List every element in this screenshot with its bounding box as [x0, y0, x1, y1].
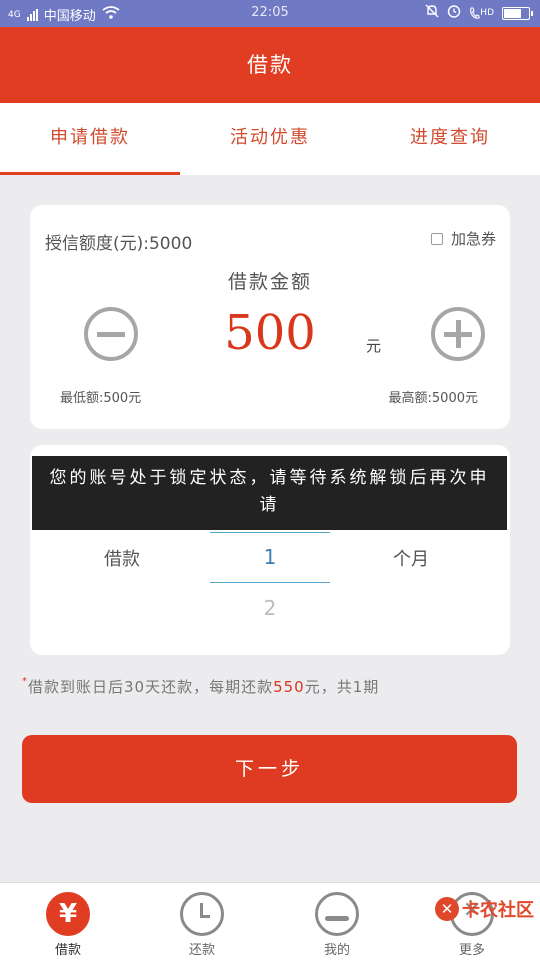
alarm-icon: [447, 4, 461, 22]
hd-label: HD: [480, 8, 494, 18]
yen-icon: ¥: [46, 892, 90, 936]
status-bar: 4G 中国移动 22:05 HD: [0, 0, 540, 27]
urgent-voucher-option[interactable]: 加急券: [430, 228, 496, 249]
nav-label-mine: 我的: [323, 943, 350, 958]
tab-promotions[interactable]: 活动优惠: [180, 103, 360, 175]
amount-unit: 元: [366, 337, 382, 355]
picker-divider-bottom: [210, 582, 330, 583]
max-amount-label: 最高额:5000元: [388, 391, 478, 406]
repayment-note-prefix: 借款到账日后30天还款，每期还款: [28, 678, 274, 696]
loan-amount-card: 授信额度(元):5000 加急券 借款金额 500 元 最低额:500元 最高额…: [30, 205, 510, 429]
tab-bar: 申请借款 活动优惠 进度查询: [0, 103, 540, 175]
term-picker-option[interactable]: 2: [210, 596, 330, 620]
term-picker-unit: 个月: [393, 549, 429, 570]
nav-item-mine[interactable]: 我的: [297, 892, 377, 958]
watermark-logo-icon: ✕: [435, 897, 459, 921]
app-header: 借款: [0, 27, 540, 103]
nav-label-more: 更多: [458, 943, 485, 958]
next-step-button[interactable]: 下一步: [22, 735, 517, 803]
watermark-text: 卡农社区: [462, 900, 534, 921]
credit-line-label: 授信额度(元):5000: [45, 234, 193, 254]
nav-item-repay[interactable]: 还款: [162, 892, 242, 958]
minus-icon: [97, 332, 125, 337]
nav-label-loan: 借款: [54, 943, 81, 958]
clock-icon: [180, 892, 224, 936]
bell-mute-icon: [425, 4, 439, 22]
phone-hd-icon: HD: [469, 6, 494, 20]
repayment-note-suffix: 元，共1期: [304, 678, 380, 696]
term-picker-selected[interactable]: 1: [210, 545, 330, 569]
nav-label-repay: 还款: [188, 943, 215, 958]
repayment-note: *借款到账日后30天还款，每期还款550元，共1期: [22, 676, 379, 697]
min-amount-label: 最低额:500元: [60, 391, 142, 406]
picker-divider-top: [210, 532, 330, 533]
user-icon: [315, 892, 359, 936]
watermark: ✕ 卡农社区: [435, 896, 534, 922]
tab-progress-query[interactable]: 进度查询: [360, 103, 540, 175]
urgent-voucher-label: 加急券: [450, 230, 496, 248]
status-right: HD: [425, 4, 533, 22]
repayment-amount: 550: [273, 678, 305, 696]
decrease-amount-button[interactable]: [84, 307, 138, 361]
nav-item-loan[interactable]: ¥ 借款: [28, 892, 108, 958]
term-picker-label: 借款: [104, 549, 140, 570]
loan-amount-value: 500: [224, 305, 316, 361]
lock-status-toast: 您的账号处于锁定状态，请等待系统解锁后再次申请: [32, 456, 507, 530]
tab-apply-loan[interactable]: 申请借款: [0, 103, 180, 175]
battery-fill: [504, 8, 521, 18]
page-title: 借款: [247, 53, 293, 77]
increase-amount-button[interactable]: [431, 307, 485, 361]
urgent-voucher-checkbox[interactable]: [430, 232, 443, 245]
amount-title: 借款金额: [227, 271, 312, 293]
battery-icon: [502, 6, 533, 20]
